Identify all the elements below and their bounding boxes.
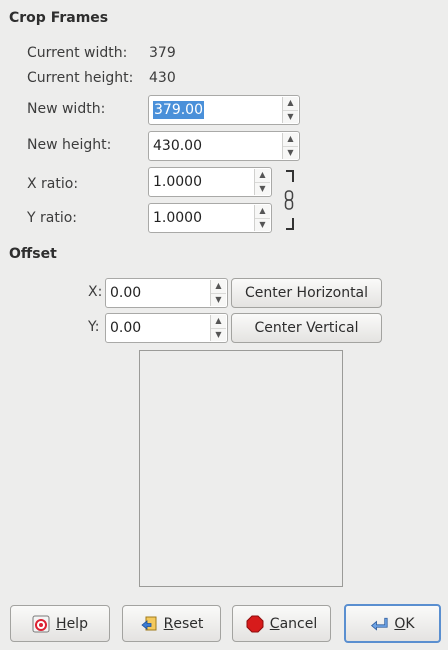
- help-icon: [32, 615, 50, 633]
- offset-y-label: Y:: [88, 319, 100, 335]
- offset-x-increment[interactable]: ▲: [211, 280, 226, 293]
- y-ratio-increment[interactable]: ▲: [255, 205, 270, 218]
- x-ratio-increment[interactable]: ▲: [255, 169, 270, 182]
- cancel-stop-icon: [246, 615, 264, 633]
- help-button[interactable]: Help: [10, 605, 110, 642]
- y-ratio-value[interactable]: 1.0000: [153, 204, 202, 232]
- help-mnemonic: H: [56, 615, 67, 632]
- center-horizontal-button[interactable]: Center Horizontal: [231, 278, 382, 308]
- crop-frames-title: Crop Frames: [9, 10, 109, 26]
- new-width-spinbox[interactable]: 379.00 ▲ ▼: [148, 95, 300, 125]
- current-width-value: 379: [149, 45, 176, 61]
- cancel-mnemonic: C: [269, 615, 280, 632]
- help-label: elp: [66, 615, 88, 632]
- new-height-value[interactable]: 430.00: [153, 132, 202, 160]
- y-ratio-spinbox[interactable]: 1.0000 ▲ ▼: [148, 203, 272, 233]
- center-vertical-button[interactable]: Center Vertical: [231, 313, 382, 343]
- x-ratio-spinbox[interactable]: 1.0000 ▲ ▼: [148, 167, 272, 197]
- new-height-spinbox[interactable]: 430.00 ▲ ▼: [148, 131, 300, 161]
- x-ratio-label: X ratio:: [27, 176, 79, 192]
- offset-y-increment[interactable]: ▲: [211, 315, 226, 328]
- offset-x-decrement[interactable]: ▼: [211, 292, 226, 307]
- current-width-label: Current width:: [27, 45, 128, 61]
- new-width-decrement[interactable]: ▼: [283, 109, 298, 124]
- x-ratio-value[interactable]: 1.0000: [153, 168, 202, 196]
- new-height-decrement[interactable]: ▼: [283, 145, 298, 160]
- offset-y-value[interactable]: 0.00: [110, 314, 141, 342]
- y-ratio-decrement[interactable]: ▼: [255, 217, 270, 232]
- y-ratio-label: Y ratio:: [27, 210, 77, 226]
- new-height-label: New height:: [27, 137, 112, 153]
- chain-toggle-button[interactable]: [282, 170, 296, 230]
- current-height-label: Current height:: [27, 70, 134, 86]
- ok-mnemonic: O: [394, 615, 406, 632]
- enter-arrow-icon: [370, 615, 388, 633]
- offset-x-spinbox[interactable]: 0.00 ▲ ▼: [105, 278, 228, 308]
- new-width-value[interactable]: 379.00: [153, 101, 204, 119]
- offset-title: Offset: [9, 246, 57, 262]
- offset-y-decrement[interactable]: ▼: [211, 327, 226, 342]
- cancel-button[interactable]: Cancel: [232, 605, 331, 642]
- ok-button[interactable]: OK: [344, 604, 441, 643]
- new-height-increment[interactable]: ▲: [283, 133, 298, 146]
- current-height-value: 430: [149, 70, 176, 86]
- new-width-increment[interactable]: ▲: [283, 97, 298, 110]
- ok-label: K: [405, 615, 415, 632]
- cancel-label: ancel: [279, 615, 318, 632]
- reset-icon: [140, 615, 158, 633]
- offset-preview-area[interactable]: [139, 350, 343, 587]
- offset-y-spinbox[interactable]: 0.00 ▲ ▼: [105, 313, 228, 343]
- new-width-label: New width:: [27, 101, 106, 117]
- reset-button[interactable]: Reset: [122, 605, 221, 642]
- reset-mnemonic: R: [163, 615, 174, 632]
- offset-x-label: X:: [88, 284, 103, 300]
- x-ratio-decrement[interactable]: ▼: [255, 181, 270, 196]
- reset-label: eset: [173, 615, 204, 632]
- chain-link-icon: [284, 190, 294, 214]
- offset-x-value[interactable]: 0.00: [110, 279, 141, 307]
